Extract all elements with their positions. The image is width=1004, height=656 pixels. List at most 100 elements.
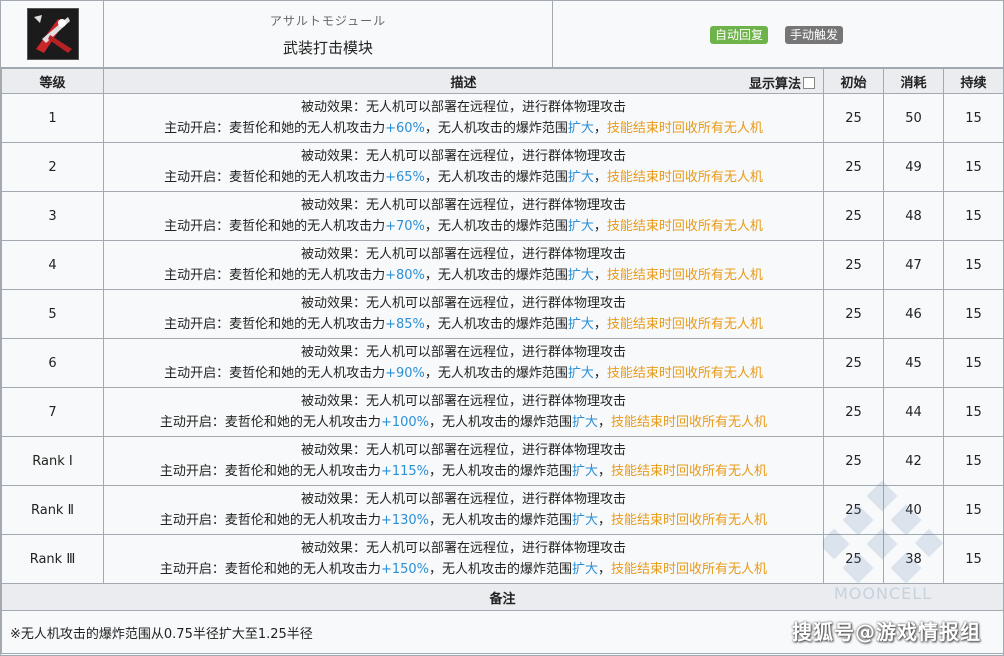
attack-bonus-value: +100% [380,415,429,430]
separator-comma: ， [593,268,607,283]
passive-effect-text: 被动效果：无人机可以部署在远程位，进行群体物理攻击 [300,247,626,262]
expand-keyword: 扩大 [572,464,599,479]
recall-drones-text: 技能结束时回收所有无人机 [606,366,763,381]
show-algorithm-checkbox[interactable] [803,77,815,89]
show-algorithm-toggle[interactable]: 显示算法 [749,73,815,92]
description-cell: 被动效果：无人机可以部署在远程位，进行群体物理攻击 主动开启：麦哲伦和她的无人机攻… [103,436,824,486]
description-header-label: 描述 [450,75,477,91]
active-effect-prefix: 主动开启：麦哲伦和她的无人机攻击力 [164,219,386,234]
initial-sp-cell: 25 [823,240,884,290]
show-algorithm-label: 显示算法 [748,77,801,92]
drone-attack-skill-icon [27,8,79,60]
description-cell: 被动效果：无人机可以部署在远程位，进行群体物理攻击 主动开启：麦哲伦和她的无人机攻… [103,142,824,192]
passive-effect-text: 被动效果：无人机可以部署在远程位，进行群体物理攻击 [300,492,626,507]
level-cell: Rank Ⅰ [1,436,104,486]
sp-cost-cell: 50 [883,93,944,143]
initial-sp-cell: 25 [823,338,884,388]
description-cell: 被动效果：无人机可以部署在远程位，进行群体物理攻击主动开启：麦哲伦和她的无人机攻… [103,338,824,388]
explosion-range-text: ，无人机攻击的爆炸范围 [424,170,568,185]
initial-sp-cell: 25 [823,436,884,486]
table-row: 5 被动效果：无人机可以部署在远程位，进行群体物理攻击 主动开启：麦哲伦和她的无人机… [1,289,1004,339]
explosion-range-text: ，无人机攻击的爆炸范围 [429,562,573,577]
sohu-watermark: 搜狐号@游戏情报组 [792,620,981,644]
level-cell: 2 [1,142,104,192]
sp-cost-cell: 38 [883,534,944,584]
active-effect-prefix: 主动开启：麦哲伦和她的无人机攻击力 [164,366,386,381]
separator-comma: ， [593,219,607,234]
level-cell: 5 [1,289,104,339]
skill-name-japanese: アサルトモジュール [269,14,387,28]
explosion-range-text: ，无人机攻击的爆炸范围 [424,366,568,381]
description-cell: 被动效果：无人机可以部署在远程位，进行群体物理攻击主动开启：麦哲伦和她的无人机攻… [103,191,824,241]
sp-cost-cell: 48 [883,191,944,241]
sp-cost-cell: 44 [883,387,944,437]
explosion-range-text: ，无人机攻击的爆炸范围 [429,415,573,430]
expand-keyword: 扩大 [567,170,594,185]
column-header-description: 描述 显示算法 [103,68,824,94]
separator-comma: ， [593,121,607,136]
recall-drones-text: 技能结束时回收所有无人机 [606,121,763,136]
auto-recovery-badge: 自动回复 [710,26,769,44]
passive-effect-text: 被动效果：无人机可以部署在远程位，进行群体物理攻击 [300,100,626,115]
active-effect-prefix: 主动开启：麦哲伦和她的无人机攻击力 [159,562,381,577]
duration-cell: 15 [943,436,1004,486]
attack-bonus-value: +70% [385,219,425,234]
recall-drones-text: 技能结束时回收所有无人机 [611,562,768,577]
initial-sp-cell: 25 [823,485,884,535]
table-row: 3 被动效果：无人机可以部署在远程位，进行群体物理攻击 主动开启：麦哲伦和她的无人机… [1,191,1004,241]
skill-panel: アサルトモジュール 武装打击模块 自动回复 手动触发 等级 描述 显示算法 初始 [0,0,1004,656]
table-row: 4 被动效果：无人机可以部署在远程位，进行群体物理攻击 主动开启：麦哲伦和她的无人机… [1,240,1004,290]
skill-header: アサルトモジュール 武装打击模块 自动回复 手动触发 [1,1,1003,68]
attack-bonus-value: +115% [380,464,429,479]
table-header-row: 等级 描述 显示算法 初始 消耗 持续 [1,68,1004,94]
table-row: 2 被动效果：无人机可以部署在远程位，进行群体物理攻击 主动开启：麦哲伦和她的无人机… [1,142,1004,192]
level-cell: 1 [1,93,104,143]
active-effect-line: 主动开启：麦哲伦和她的无人机攻击力+150%，无人机攻击的爆炸范围扩大，技能结束… [104,559,823,580]
passive-effect-text: 被动效果：无人机可以部署在远程位，进行群体物理攻击 [300,394,626,409]
passive-effect-text: 被动效果：无人机可以部署在远程位，进行群体物理攻击 [300,198,626,213]
active-effect-line: 主动开启：麦哲伦和她的无人机攻击力+90%，无人机攻击的爆炸范围扩大，技能结束时… [104,363,823,384]
duration-cell: 15 [943,240,1004,290]
table-row: Rank Ⅰ 被动效果：无人机可以部署在远程位，进行群体物理攻击 主动开启：麦哲伦和… [1,436,1004,486]
active-effect-line: 主动开启：麦哲伦和她的无人机攻击力+70%，无人机攻击的爆炸范围扩大，技能结束时… [104,216,823,237]
description-cell: 被动效果：无人机可以部署在远程位，进行群体物理攻击 主动开启：麦哲伦和她的无人机攻… [103,534,824,584]
table-row: 1 被动效果：无人机可以部署在远程位，进行群体物理攻击 主动开启：麦哲伦和她的无人机… [1,93,1004,143]
column-header-initial: 初始 [823,68,884,94]
column-header-cost: 消耗 [883,68,944,94]
passive-effect-text: 被动效果：无人机可以部署在远程位，进行群体物理攻击 [300,345,626,360]
initial-sp-cell: 25 [823,387,884,437]
separator-comma: ， [593,317,607,332]
table-row: 6 被动效果：无人机可以部署在远程位，进行群体物理攻击 主动开启：麦哲伦和她的无人机… [1,338,1004,388]
expand-keyword: 扩大 [572,415,599,430]
skill-name-cell: アサルトモジュール 武装打击模块 [104,1,553,67]
recall-drones-text: 技能结束时回收所有无人机 [611,513,768,528]
sp-cost-cell: 45 [883,338,944,388]
expand-keyword: 扩大 [567,268,594,283]
level-cell: Rank Ⅲ [1,534,104,584]
active-effect-line: 主动开启：麦哲伦和她的无人机攻击力+85%，无人机攻击的爆炸范围扩大，技能结束时… [104,314,823,335]
attack-bonus-value: +90% [385,366,425,381]
explosion-range-text: ，无人机攻击的爆炸范围 [424,219,568,234]
description-cell: 被动效果：无人机可以部署在远程位，进行群体物理攻击主动开启：麦哲伦和她的无人机攻… [103,485,824,535]
attack-bonus-value: +80% [385,268,425,283]
expand-keyword: 扩大 [567,121,594,136]
recall-drones-text: 技能结束时回收所有无人机 [611,415,768,430]
explosion-range-text: ，无人机攻击的爆炸范围 [424,317,568,332]
duration-cell: 15 [943,289,1004,339]
active-effect-prefix: 主动开启：麦哲伦和她的无人机攻击力 [159,513,381,528]
active-effect-line: 主动开启：麦哲伦和她的无人机攻击力+60%，无人机攻击的爆炸范围扩大，技能结束时… [104,118,823,139]
attack-bonus-value: +130% [380,513,429,528]
description-cell: 被动效果：无人机可以部署在远程位，进行群体物理攻击 主动开启：麦哲伦和她的无人机攻… [103,93,824,143]
active-effect-line: 主动开启：麦哲伦和她的无人机攻击力+65%，无人机攻击的爆炸范围扩大，技能结束时… [104,167,823,188]
sp-cost-cell: 42 [883,436,944,486]
skill-tags-cell: 自动回复 手动触发 [553,1,1003,67]
active-effect-prefix: 主动开启：麦哲伦和她的无人机攻击力 [159,415,381,430]
expand-keyword: 扩大 [567,317,594,332]
recall-drones-text: 技能结束时回收所有无人机 [611,464,768,479]
active-effect-line: 主动开启：麦哲伦和她的无人机攻击力+115%，无人机攻击的爆炸范围扩大，技能结束… [104,461,823,482]
description-cell: 被动效果：无人机可以部署在远程位，进行群体物理攻击 主动开启：麦哲伦和她的无人机攻… [103,289,824,339]
duration-cell: 15 [943,534,1004,584]
initial-sp-cell: 25 [823,534,884,584]
attack-bonus-value: +60% [385,121,425,136]
duration-cell: 15 [943,485,1004,535]
